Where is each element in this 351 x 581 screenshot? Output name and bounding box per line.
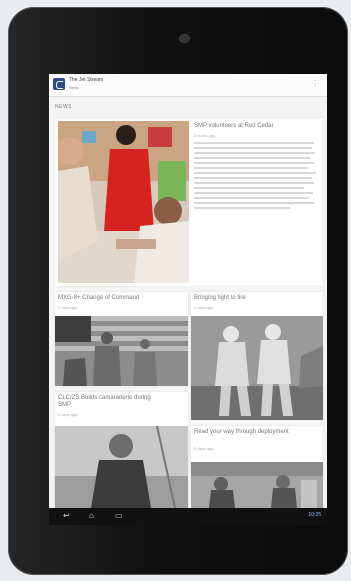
app-title: The Jet Stream: [69, 77, 104, 83]
story-photo: [191, 462, 323, 508]
story-date: 3 days ago: [58, 305, 78, 310]
home-icon[interactable]: ⌂: [89, 511, 94, 521]
featured-date: 3 hours ago: [194, 133, 216, 138]
story-title: Read your way through deployment: [194, 429, 289, 435]
story-photo: [55, 316, 188, 386]
status-clock: 10:25: [308, 512, 321, 518]
app-logo-icon[interactable]: [53, 78, 65, 90]
story-title: MXG-8+ Change of Command: [58, 295, 140, 301]
section-dropdown[interactable]: News: [69, 85, 79, 90]
featured-photo: [58, 121, 189, 283]
story-card[interactable]: Read your way through deployment 6 days …: [191, 426, 323, 508]
camera-lens: [180, 35, 189, 42]
featured-story-card[interactable]: SMP volunteers at Red Cedar 3 hours ago: [55, 118, 323, 286]
tablet-frame: The Jet Stream News ⋮ NEWS SMP volunteer…: [8, 7, 348, 575]
section-heading: NEWS: [55, 104, 72, 110]
overflow-menu-icon[interactable]: ⋮: [311, 80, 319, 88]
story-title: CLC/ZS Builds camaraderie during SMP: [58, 395, 151, 408]
app-screen: The Jet Stream News ⋮ NEWS SMP volunteer…: [49, 74, 327, 525]
featured-excerpt: [191, 140, 321, 220]
story-date: 5 days ago: [58, 412, 78, 417]
app-bar: The Jet Stream News ⋮: [49, 74, 327, 97]
system-nav-bar: ↩ ⌂ ▭ 10:25: [49, 508, 327, 525]
back-icon[interactable]: ↩: [63, 511, 70, 521]
story-card[interactable]: CLC/ZS Builds camaraderie during SMP 5 d…: [55, 392, 188, 508]
story-photo: [55, 426, 188, 508]
story-card[interactable]: MXG-8+ Change of Command 3 days ago: [55, 292, 188, 386]
story-date: 6 days ago: [194, 446, 214, 451]
recents-icon[interactable]: ▭: [115, 511, 123, 521]
story-card[interactable]: Bringing fight to fire 4 days ago: [191, 292, 323, 420]
story-photo: [191, 316, 323, 420]
story-date: 4 days ago: [194, 305, 214, 310]
featured-title: SMP volunteers at Red Cedar: [194, 123, 274, 129]
story-title: Bringing fight to fire: [194, 295, 246, 301]
